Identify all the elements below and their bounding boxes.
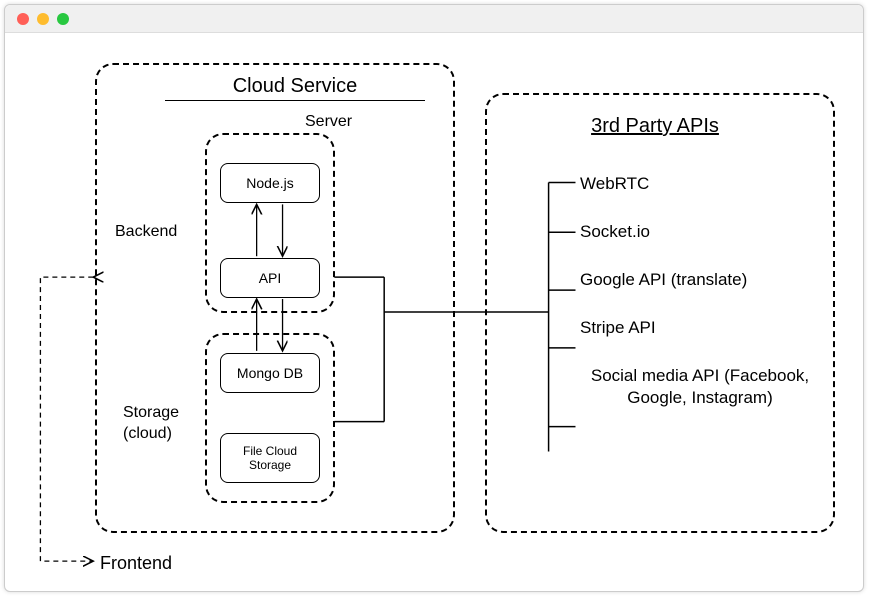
window-frame: Cloud Service Server Backend Storage (cl… (4, 4, 864, 592)
storage-label: Storage (cloud) (123, 403, 179, 445)
close-icon[interactable] (17, 13, 29, 25)
api-item-stripe: Stripe API (580, 317, 820, 339)
mongodb-box: Mongo DB (220, 353, 320, 393)
api-item-socketio: Socket.io (580, 221, 820, 243)
api-box: API (220, 258, 320, 298)
maximize-icon[interactable] (57, 13, 69, 25)
server-label: Server (305, 113, 352, 131)
third-party-apis-title: 3rd Party APIs (555, 115, 755, 140)
api-item-webrtc: WebRTC (580, 173, 820, 195)
diagram-canvas: Cloud Service Server Backend Storage (cl… (5, 33, 863, 591)
file-cloud-storage-box: File Cloud Storage (220, 433, 320, 483)
frontend-label: Frontend (100, 553, 172, 574)
nodejs-box: Node.js (220, 163, 320, 203)
minimize-icon[interactable] (37, 13, 49, 25)
backend-label: Backend (115, 223, 177, 241)
api-item-google: Google API (translate) (580, 269, 820, 291)
api-item-social: Social media API (Facebook, Google, Inst… (580, 365, 820, 409)
title-bar (5, 5, 863, 33)
cloud-service-title: Cloud Service (165, 75, 425, 101)
api-list: WebRTC Socket.io Google API (translate) … (580, 173, 820, 436)
